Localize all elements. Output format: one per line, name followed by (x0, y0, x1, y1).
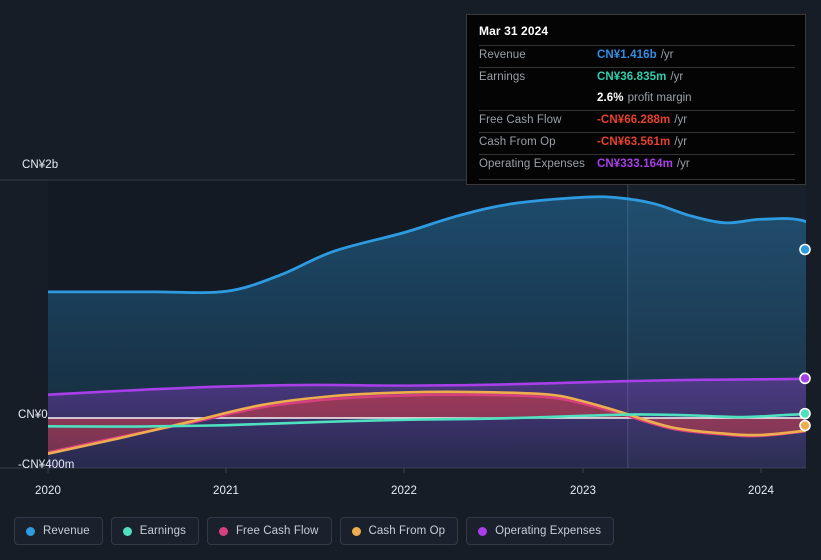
legend-dot-earnings-icon (122, 526, 132, 536)
tooltip-row-revenue: Revenue CN¥1.416b /yr (479, 45, 795, 67)
legend-label-cash-from-op: Cash From Op (368, 525, 446, 537)
tooltip-key-cash-from-op: Cash From Op (479, 136, 556, 148)
y-axis-label-top: CN¥2b (22, 159, 59, 171)
tooltip-value-revenue: CN¥1.416b (597, 49, 657, 61)
x-axis-label-2023: 2023 (570, 485, 596, 497)
legend-dot-cash-from-op-icon (351, 526, 361, 536)
legend-item-revenue[interactable]: Revenue (14, 517, 103, 545)
tooltip-suffix-earnings: /yr (670, 71, 684, 83)
tooltip-bottom-divider (479, 179, 795, 180)
legend-label-revenue: Revenue (43, 525, 90, 537)
tooltip-value-free-cash-flow: -CN¥66.288m (597, 114, 671, 126)
x-axis-label-2022: 2022 (391, 485, 417, 497)
legend-item-operating-expenses[interactable]: Operating Expenses (466, 517, 615, 545)
tooltip-value-profit-margin: 2.6% (597, 92, 624, 104)
x-axis-label-2021: 2021 (213, 485, 239, 497)
tooltip-value-earnings: CN¥36.835m (597, 71, 667, 83)
legend-label-operating-expenses: Operating Expenses (495, 525, 602, 537)
y-axis-label-bottom: -CN¥400m (18, 459, 75, 471)
tooltip-row-free-cash-flow: Free Cash Flow -CN¥66.288m /yr (479, 110, 795, 132)
x-axis-label-2020: 2020 (35, 485, 61, 497)
tooltip-row-cash-from-op: Cash From Op -CN¥63.561m /yr (479, 132, 795, 154)
legend-item-earnings[interactable]: Earnings (110, 517, 199, 545)
tooltip-row-earnings: Earnings CN¥36.835m /yr (479, 67, 795, 89)
x-axis-label-2024: 2024 (748, 485, 774, 497)
tooltip-key-earnings: Earnings (479, 71, 526, 83)
financial-chart-widget: CN¥2b CN¥0 -CN¥400m 2020 2021 2022 2023 … (0, 0, 821, 560)
legend-dot-revenue-icon (26, 526, 35, 536)
legend-dot-operating-expenses-icon (478, 526, 488, 536)
tooltip-value-operating-expenses: CN¥333.164m (597, 158, 673, 170)
y-axis-label-zero: CN¥0 (18, 409, 48, 421)
tooltip-row-operating-expenses: Operating Expenses CN¥333.164m /yr (479, 154, 795, 176)
tooltip-key-free-cash-flow: Free Cash Flow (479, 114, 562, 126)
tooltip-suffix-cash-from-op: /yr (674, 136, 688, 148)
tooltip-suffix-operating-expenses: /yr (676, 158, 690, 170)
chart-legend: Revenue Earnings Free Cash Flow Cash Fro… (14, 517, 615, 545)
tooltip-suffix-profit-margin: profit margin (627, 92, 692, 104)
legend-label-free-cash-flow: Free Cash Flow (235, 525, 319, 537)
tooltip-date: Mar 31 2024 (479, 24, 549, 38)
legend-dot-free-cash-flow-icon (218, 526, 228, 536)
tooltip-suffix-revenue: /yr (660, 49, 674, 61)
tooltip-key-revenue: Revenue (479, 49, 526, 61)
chart-tooltip: Mar 31 2024 Revenue CN¥1.416b /yr Earnin… (466, 14, 806, 185)
tooltip-row-profit-margin: 2.6% profit margin (479, 89, 795, 110)
tooltip-suffix-free-cash-flow: /yr (674, 114, 688, 126)
tooltip-key-operating-expenses: Operating Expenses (479, 158, 586, 170)
legend-item-free-cash-flow[interactable]: Free Cash Flow (206, 517, 332, 545)
tooltip-value-cash-from-op: -CN¥63.561m (597, 136, 671, 148)
legend-label-earnings: Earnings (139, 525, 186, 537)
legend-item-cash-from-op[interactable]: Cash From Op (339, 517, 459, 545)
